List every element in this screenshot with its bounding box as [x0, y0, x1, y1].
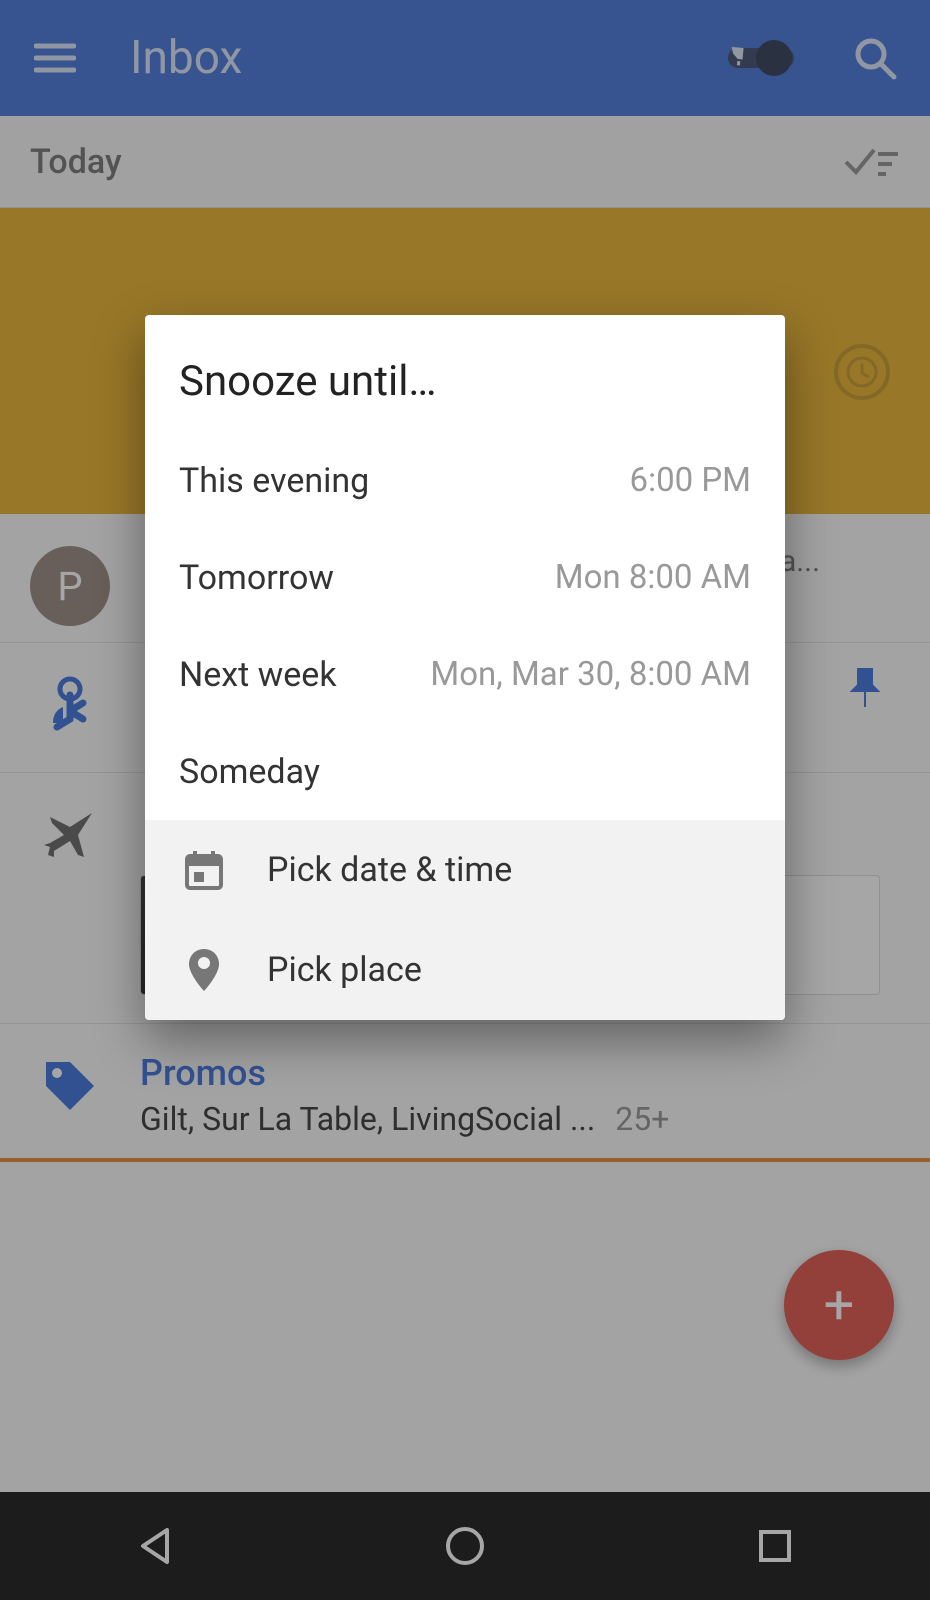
snooze-option-this-evening[interactable]: This evening 6:00 PM: [145, 432, 785, 529]
option-value: Mon, Mar 30, 8:00 AM: [430, 655, 751, 694]
option-value: Mon 8:00 AM: [555, 558, 751, 597]
pick-date-time-button[interactable]: Pick date & time: [145, 820, 785, 920]
option-label: Tomorrow: [179, 558, 555, 598]
snooze-dialog: Snooze until… This evening 6:00 PM Tomor…: [145, 315, 785, 1020]
pick-date-label: Pick date & time: [267, 850, 512, 890]
option-label: This evening: [179, 461, 630, 501]
option-label: Someday: [179, 752, 751, 792]
option-label: Next week: [179, 655, 430, 695]
pick-place-button[interactable]: Pick place: [145, 920, 785, 1020]
calendar-icon: [179, 848, 229, 892]
snooze-option-tomorrow[interactable]: Tomorrow Mon 8:00 AM: [145, 529, 785, 626]
snooze-option-next-week[interactable]: Next week Mon, Mar 30, 8:00 AM: [145, 626, 785, 723]
snooze-option-someday[interactable]: Someday: [145, 723, 785, 820]
pick-place-label: Pick place: [267, 950, 422, 990]
dialog-title: Snooze until…: [145, 315, 785, 432]
location-icon: [179, 947, 229, 993]
option-value: 6:00 PM: [630, 461, 751, 500]
